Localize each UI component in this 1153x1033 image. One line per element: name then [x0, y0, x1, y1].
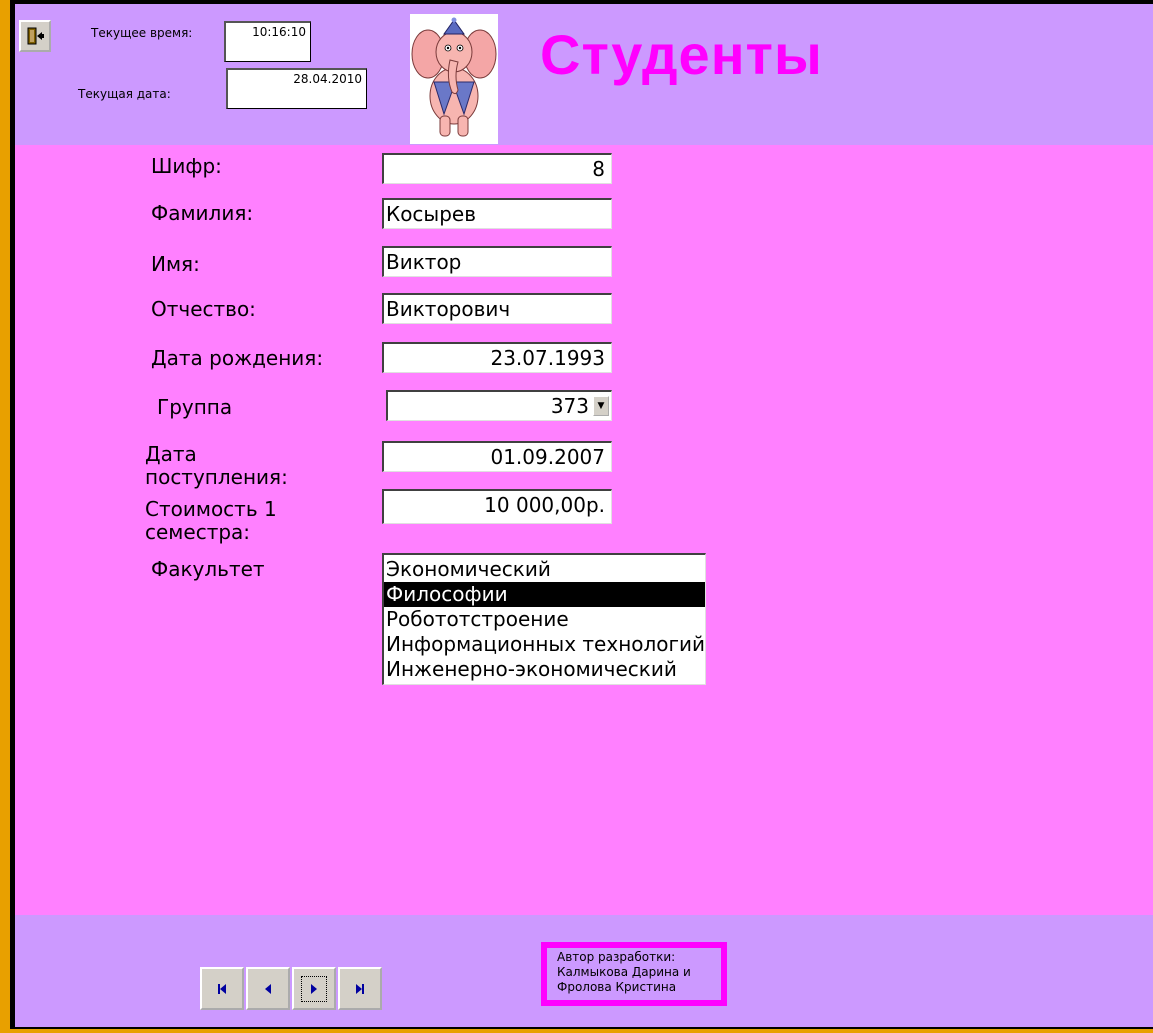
first-record-button[interactable] [200, 967, 244, 1010]
time-label: Текущее время: [91, 26, 193, 40]
group-combobox[interactable]: 373 ▼ [386, 390, 612, 421]
cost-label: Стоимость 1 семестра: [145, 498, 277, 544]
last-record-icon [356, 983, 364, 994]
next-record-button[interactable] [292, 967, 336, 1010]
faculty-label: Факультет [151, 557, 265, 581]
admission-label: Дата поступления: [145, 443, 288, 489]
first-record-icon [218, 983, 226, 994]
patronymic-label: Отчество: [151, 297, 256, 321]
surname-label: Фамилия: [151, 201, 254, 225]
admission-field[interactable]: 01.09.2007 [382, 441, 612, 472]
faculty-list-item[interactable]: Экономический [384, 557, 705, 582]
credit-box: Автор разработки: Калмыкова Дарина и Фро… [541, 942, 727, 1006]
time-field[interactable]: 10:16:10 [224, 21, 311, 62]
date-field[interactable]: 28.04.2010 [226, 68, 367, 109]
next-record-icon [311, 983, 317, 994]
admission-label-line2: поступления: [145, 465, 288, 489]
name-field[interactable]: Виктор [382, 246, 612, 277]
last-record-button[interactable] [338, 967, 382, 1010]
credit-line-2: Калмыкова Дарина и [557, 965, 691, 979]
elephant-picture [410, 14, 498, 144]
name-label: Имя: [151, 252, 200, 276]
exit-door-icon [27, 27, 44, 45]
chevron-down-icon: ▼ [597, 401, 605, 411]
date-label: Текущая дата: [78, 87, 171, 101]
credit-line-1: Автор разработки: [557, 950, 676, 964]
cost-label-line2: семестра: [145, 520, 251, 544]
faculty-list-item[interactable]: Информационных технологий [384, 632, 705, 657]
faculty-listbox[interactable]: Экономический Философии Робототстроение Инф… [382, 553, 706, 685]
previous-record-button[interactable] [246, 967, 290, 1010]
group-value: 373 [550, 394, 589, 418]
birthdate-field[interactable]: 23.07.1993 [382, 342, 612, 373]
faculty-list-item[interactable]: Робототстроение [384, 607, 705, 632]
code-field[interactable]: 8 [382, 153, 612, 184]
group-dropdown-button[interactable]: ▼ [593, 396, 609, 416]
patronymic-field[interactable]: Викторович [382, 293, 612, 324]
cost-field[interactable]: 10 000,00р. [382, 489, 612, 524]
cost-label-line1: Стоимость 1 [145, 497, 277, 521]
code-label: Шифр: [151, 154, 222, 178]
page-title: Студенты [540, 23, 823, 86]
group-label: Группа [157, 395, 233, 419]
previous-record-icon [265, 983, 271, 994]
credit-line-3: Фролова Кристина [557, 980, 677, 994]
birthdate-label: Дата рождения: [151, 346, 324, 370]
exit-button[interactable] [19, 20, 51, 52]
admission-label-line1: Дата [145, 442, 197, 466]
faculty-list-item[interactable]: Инженерно-экономический [384, 657, 705, 682]
surname-field[interactable]: Косырев [382, 198, 612, 229]
faculty-list-item[interactable]: Философии [384, 582, 705, 607]
